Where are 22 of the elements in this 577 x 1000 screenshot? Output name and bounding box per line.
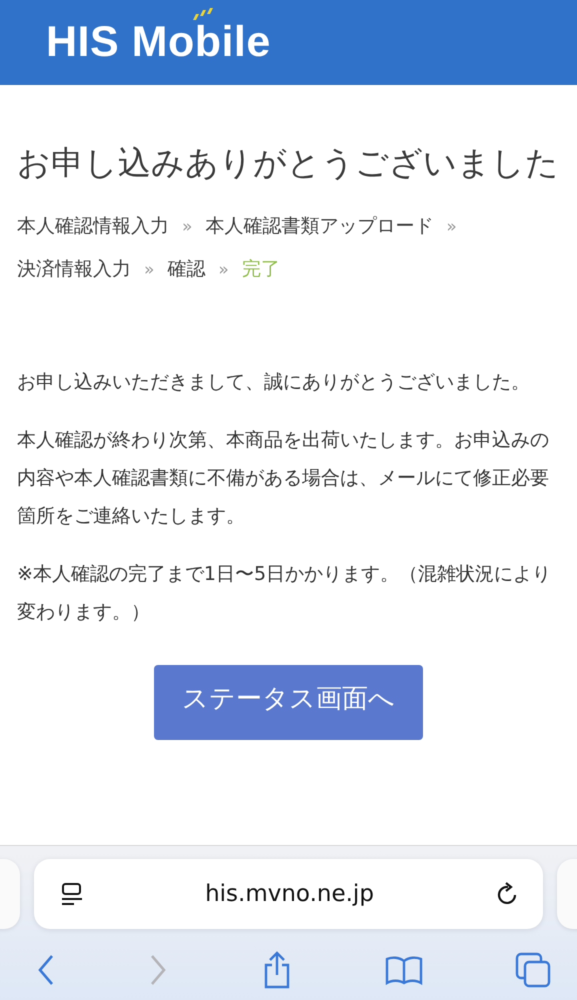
tabs-icon[interactable] [515,952,551,988]
message-paragraph: 本人確認が終わり次第、本商品を出荷いたします。お申込みの内容や本人確認書類に不備がある場合は、メールにて修正必要箇所をご連絡いたします。 [17,428,550,529]
page-menu-icon[interactable] [60,880,84,908]
breadcrumb-separator: » [144,259,154,282]
book-icon[interactable] [384,955,423,985]
breadcrumb-step: 確認 [167,248,206,290]
stripes-icon [191,8,215,22]
breadcrumb-step: 本人確認情報入力 [17,205,169,247]
page-title: お申し込みありがとうございました [17,142,560,184]
breadcrumb-separator: » [182,216,192,239]
url-text: his.mvno.ne.jp [205,881,374,907]
breadcrumb-step: 決済情報入力 [17,248,131,290]
breadcrumb-separator: » [218,259,229,282]
breadcrumb-step: 本人確認書類アップロード [205,205,434,247]
status-button[interactable]: ステータス画面へ [154,665,423,740]
breadcrumb-separator: » [446,216,457,239]
back-icon[interactable] [36,954,56,986]
message-paragraph: ※本人確認の完了まで1日〜5日かかります。（混雑状況により変わります。） [17,562,552,625]
address-bar[interactable]: his.mvno.ne.jp [34,859,543,929]
logo[interactable]: HIS Mobile [46,18,271,67]
message-paragraph: お申し込みいただきまして、誠にありがとうございました。 [17,370,531,395]
breadcrumb-step: 完了 [242,248,280,290]
